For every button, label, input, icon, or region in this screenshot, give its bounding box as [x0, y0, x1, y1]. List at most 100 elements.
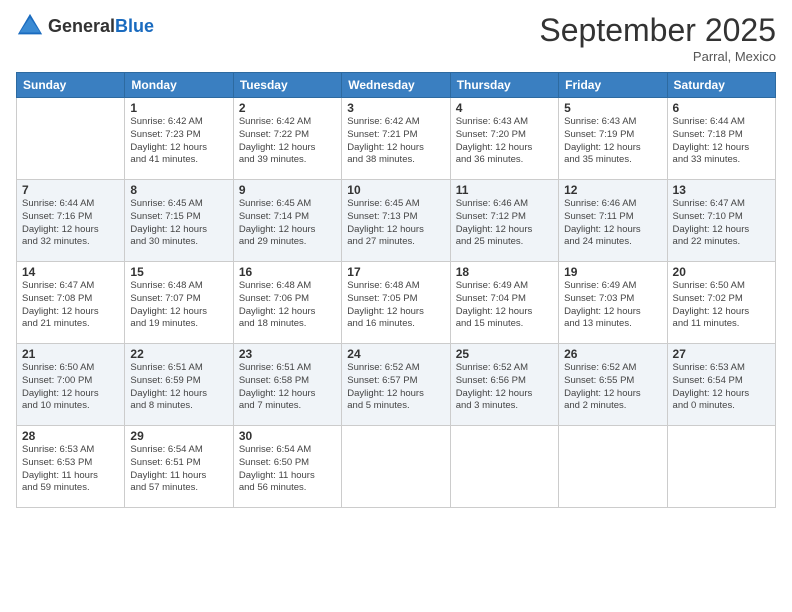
weekday-header-friday: Friday [559, 73, 667, 98]
day-number: 7 [22, 183, 119, 197]
day-number: 14 [22, 265, 119, 279]
day-info: Sunrise: 6:49 AMSunset: 7:04 PMDaylight:… [456, 280, 553, 331]
day-number: 20 [673, 265, 770, 279]
day-number: 30 [239, 429, 336, 443]
logo-general: General [48, 16, 115, 36]
calendar-cell: 22Sunrise: 6:51 AMSunset: 6:59 PMDayligh… [125, 344, 233, 426]
location: Parral, Mexico [539, 49, 776, 64]
day-info: Sunrise: 6:47 AMSunset: 7:10 PMDaylight:… [673, 198, 770, 249]
calendar-week-0: 1Sunrise: 6:42 AMSunset: 7:23 PMDaylight… [17, 98, 776, 180]
calendar-cell: 28Sunrise: 6:53 AMSunset: 6:53 PMDayligh… [17, 426, 125, 508]
calendar-cell: 13Sunrise: 6:47 AMSunset: 7:10 PMDayligh… [667, 180, 775, 262]
weekday-header-saturday: Saturday [667, 73, 775, 98]
day-info: Sunrise: 6:48 AMSunset: 7:05 PMDaylight:… [347, 280, 444, 331]
day-number: 13 [673, 183, 770, 197]
calendar-cell: 10Sunrise: 6:45 AMSunset: 7:13 PMDayligh… [342, 180, 450, 262]
day-info: Sunrise: 6:45 AMSunset: 7:14 PMDaylight:… [239, 198, 336, 249]
calendar-cell: 29Sunrise: 6:54 AMSunset: 6:51 PMDayligh… [125, 426, 233, 508]
day-info: Sunrise: 6:43 AMSunset: 7:20 PMDaylight:… [456, 116, 553, 167]
weekday-header-row: SundayMondayTuesdayWednesdayThursdayFrid… [17, 73, 776, 98]
title-area: September 2025 Parral, Mexico [539, 12, 776, 64]
day-info: Sunrise: 6:48 AMSunset: 7:07 PMDaylight:… [130, 280, 227, 331]
calendar-cell [667, 426, 775, 508]
calendar-cell: 9Sunrise: 6:45 AMSunset: 7:14 PMDaylight… [233, 180, 341, 262]
day-number: 24 [347, 347, 444, 361]
calendar-cell [450, 426, 558, 508]
day-number: 16 [239, 265, 336, 279]
day-number: 11 [456, 183, 553, 197]
day-info: Sunrise: 6:50 AMSunset: 7:02 PMDaylight:… [673, 280, 770, 331]
calendar-cell: 2Sunrise: 6:42 AMSunset: 7:22 PMDaylight… [233, 98, 341, 180]
day-info: Sunrise: 6:42 AMSunset: 7:23 PMDaylight:… [130, 116, 227, 167]
day-number: 29 [130, 429, 227, 443]
calendar-cell: 7Sunrise: 6:44 AMSunset: 7:16 PMDaylight… [17, 180, 125, 262]
day-info: Sunrise: 6:52 AMSunset: 6:55 PMDaylight:… [564, 362, 661, 413]
day-info: Sunrise: 6:54 AMSunset: 6:51 PMDaylight:… [130, 444, 227, 495]
day-info: Sunrise: 6:48 AMSunset: 7:06 PMDaylight:… [239, 280, 336, 331]
calendar-cell: 5Sunrise: 6:43 AMSunset: 7:19 PMDaylight… [559, 98, 667, 180]
day-number: 28 [22, 429, 119, 443]
calendar-cell: 4Sunrise: 6:43 AMSunset: 7:20 PMDaylight… [450, 98, 558, 180]
calendar-cell: 24Sunrise: 6:52 AMSunset: 6:57 PMDayligh… [342, 344, 450, 426]
calendar-cell [559, 426, 667, 508]
day-number: 5 [564, 101, 661, 115]
day-number: 6 [673, 101, 770, 115]
day-info: Sunrise: 6:50 AMSunset: 7:00 PMDaylight:… [22, 362, 119, 413]
logo: GeneralBlue [16, 12, 154, 40]
day-info: Sunrise: 6:46 AMSunset: 7:11 PMDaylight:… [564, 198, 661, 249]
calendar-cell: 25Sunrise: 6:52 AMSunset: 6:56 PMDayligh… [450, 344, 558, 426]
day-info: Sunrise: 6:54 AMSunset: 6:50 PMDaylight:… [239, 444, 336, 495]
day-info: Sunrise: 6:51 AMSunset: 6:58 PMDaylight:… [239, 362, 336, 413]
calendar-cell: 11Sunrise: 6:46 AMSunset: 7:12 PMDayligh… [450, 180, 558, 262]
calendar-week-2: 14Sunrise: 6:47 AMSunset: 7:08 PMDayligh… [17, 262, 776, 344]
day-number: 9 [239, 183, 336, 197]
day-number: 26 [564, 347, 661, 361]
calendar-cell: 27Sunrise: 6:53 AMSunset: 6:54 PMDayligh… [667, 344, 775, 426]
calendar-cell: 1Sunrise: 6:42 AMSunset: 7:23 PMDaylight… [125, 98, 233, 180]
calendar-cell: 17Sunrise: 6:48 AMSunset: 7:05 PMDayligh… [342, 262, 450, 344]
day-number: 21 [22, 347, 119, 361]
calendar-cell: 14Sunrise: 6:47 AMSunset: 7:08 PMDayligh… [17, 262, 125, 344]
logo-icon [16, 12, 44, 40]
day-info: Sunrise: 6:45 AMSunset: 7:15 PMDaylight:… [130, 198, 227, 249]
calendar-cell: 3Sunrise: 6:42 AMSunset: 7:21 PMDaylight… [342, 98, 450, 180]
day-number: 2 [239, 101, 336, 115]
day-number: 22 [130, 347, 227, 361]
weekday-header-wednesday: Wednesday [342, 73, 450, 98]
calendar-cell: 19Sunrise: 6:49 AMSunset: 7:03 PMDayligh… [559, 262, 667, 344]
calendar-cell: 23Sunrise: 6:51 AMSunset: 6:58 PMDayligh… [233, 344, 341, 426]
day-info: Sunrise: 6:51 AMSunset: 6:59 PMDaylight:… [130, 362, 227, 413]
day-number: 19 [564, 265, 661, 279]
calendar-cell: 26Sunrise: 6:52 AMSunset: 6:55 PMDayligh… [559, 344, 667, 426]
calendar-cell [342, 426, 450, 508]
calendar-cell: 15Sunrise: 6:48 AMSunset: 7:07 PMDayligh… [125, 262, 233, 344]
calendar-week-1: 7Sunrise: 6:44 AMSunset: 7:16 PMDaylight… [17, 180, 776, 262]
calendar-cell: 12Sunrise: 6:46 AMSunset: 7:11 PMDayligh… [559, 180, 667, 262]
calendar-cell: 20Sunrise: 6:50 AMSunset: 7:02 PMDayligh… [667, 262, 775, 344]
month-title: September 2025 [539, 12, 776, 49]
day-number: 15 [130, 265, 227, 279]
day-info: Sunrise: 6:49 AMSunset: 7:03 PMDaylight:… [564, 280, 661, 331]
day-info: Sunrise: 6:53 AMSunset: 6:53 PMDaylight:… [22, 444, 119, 495]
day-info: Sunrise: 6:44 AMSunset: 7:18 PMDaylight:… [673, 116, 770, 167]
day-number: 23 [239, 347, 336, 361]
day-info: Sunrise: 6:52 AMSunset: 6:57 PMDaylight:… [347, 362, 444, 413]
day-number: 18 [456, 265, 553, 279]
day-number: 12 [564, 183, 661, 197]
day-number: 25 [456, 347, 553, 361]
weekday-header-sunday: Sunday [17, 73, 125, 98]
day-info: Sunrise: 6:42 AMSunset: 7:22 PMDaylight:… [239, 116, 336, 167]
day-info: Sunrise: 6:42 AMSunset: 7:21 PMDaylight:… [347, 116, 444, 167]
day-number: 27 [673, 347, 770, 361]
day-info: Sunrise: 6:53 AMSunset: 6:54 PMDaylight:… [673, 362, 770, 413]
calendar-week-4: 28Sunrise: 6:53 AMSunset: 6:53 PMDayligh… [17, 426, 776, 508]
calendar-cell [17, 98, 125, 180]
calendar-cell: 6Sunrise: 6:44 AMSunset: 7:18 PMDaylight… [667, 98, 775, 180]
page: GeneralBlue September 2025 Parral, Mexic… [0, 0, 792, 612]
day-number: 1 [130, 101, 227, 115]
day-info: Sunrise: 6:44 AMSunset: 7:16 PMDaylight:… [22, 198, 119, 249]
day-number: 17 [347, 265, 444, 279]
weekday-header-monday: Monday [125, 73, 233, 98]
calendar-cell: 8Sunrise: 6:45 AMSunset: 7:15 PMDaylight… [125, 180, 233, 262]
weekday-header-tuesday: Tuesday [233, 73, 341, 98]
